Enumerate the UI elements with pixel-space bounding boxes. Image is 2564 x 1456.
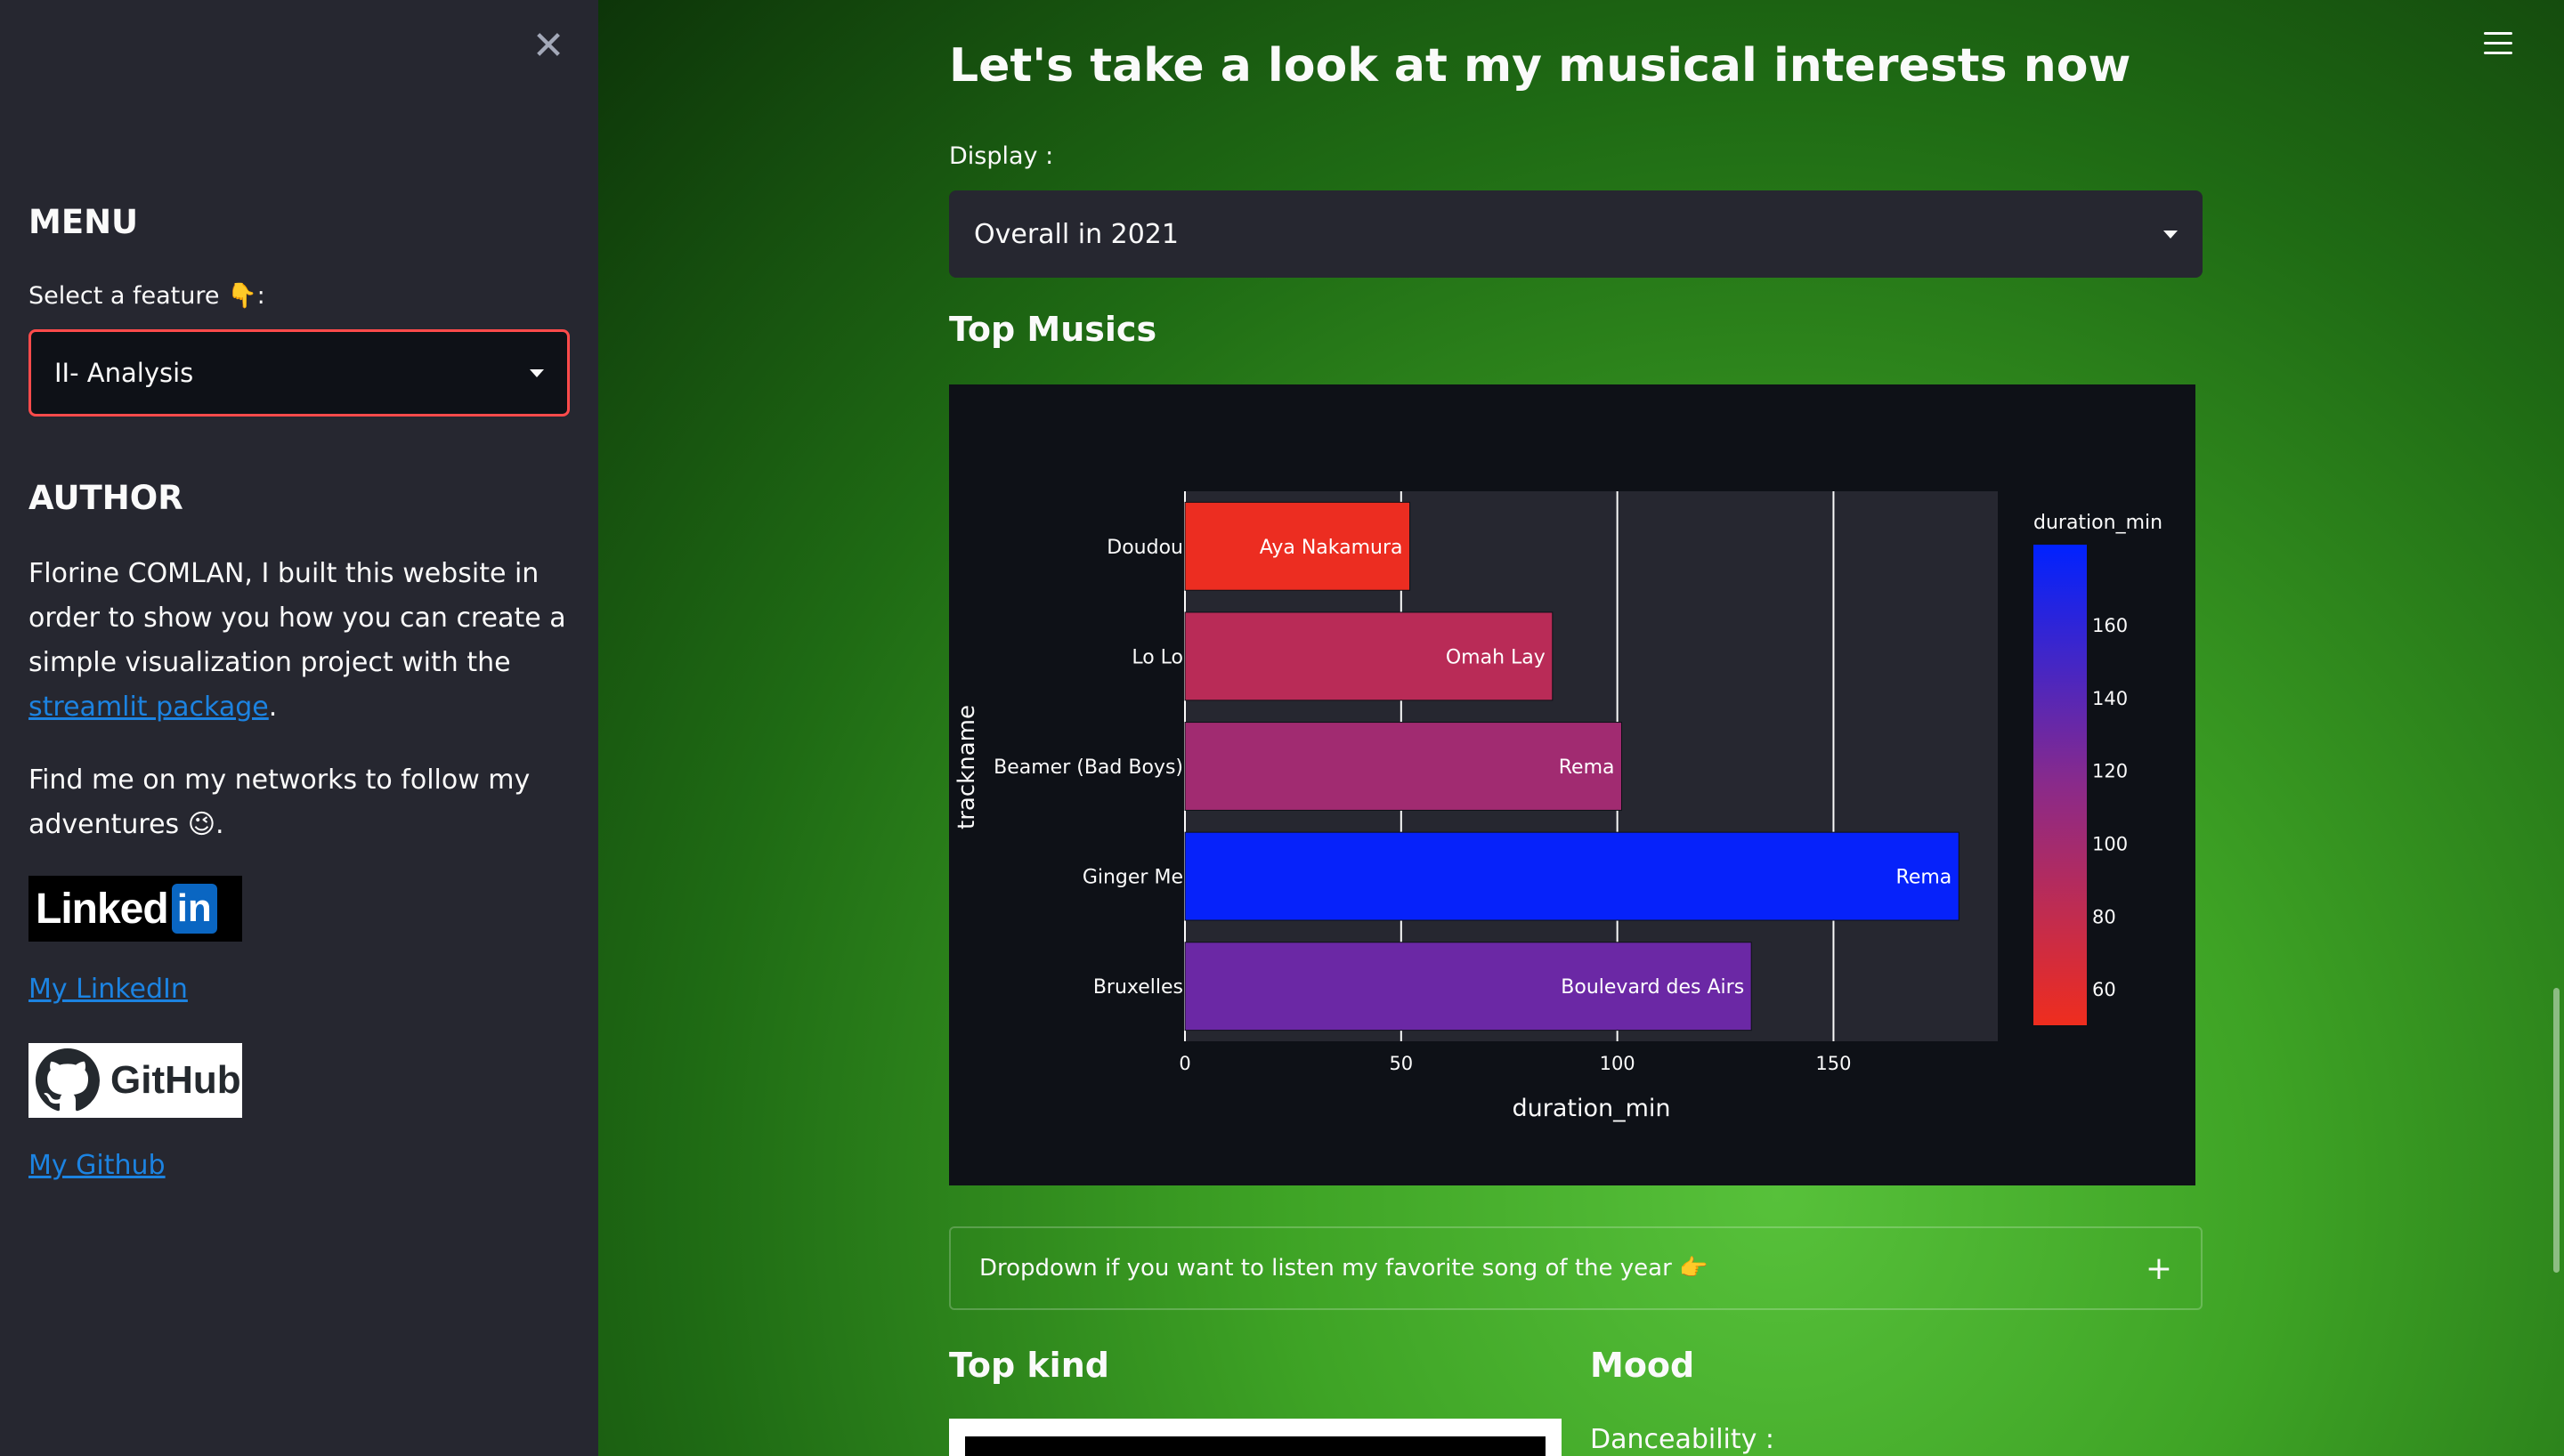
colorbar-tick-label: 60 xyxy=(2092,979,2116,1000)
top-musics-title: Top Musics xyxy=(949,310,1157,349)
expander-label: Dropdown if you want to listen my favori… xyxy=(979,1255,1708,1282)
github-octocat-icon xyxy=(36,1048,100,1112)
mood-title: Mood xyxy=(1590,1346,1695,1385)
colorbar-tick-label: 120 xyxy=(2092,761,2128,782)
y-axis-title: trackname xyxy=(953,705,980,829)
top-musics-chart: 0 50 100 150 Aya Nakamura Doudou Omah Lay Lo Lo… xyxy=(949,384,2195,1185)
streamlit-package-link[interactable]: streamlit package xyxy=(28,692,269,723)
display-select[interactable]: Overall in 2021 xyxy=(949,190,2203,278)
plus-icon: + xyxy=(2145,1250,2172,1287)
colorbar xyxy=(2033,545,2087,1025)
bar-label: Omah Lay xyxy=(1446,646,1546,668)
feature-select[interactable]: II- Analysis xyxy=(28,329,570,417)
feature-select-value: II- Analysis xyxy=(54,358,194,388)
x-tick-label: 100 xyxy=(1600,1053,1635,1074)
linkedin-logo-word: Linked xyxy=(36,885,169,933)
linkedin-link[interactable]: My LinkedIn xyxy=(28,974,188,1005)
colorbar-tick-label: 160 xyxy=(2092,615,2128,636)
chevron-down-icon xyxy=(530,368,544,377)
favorite-song-expander[interactable]: Dropdown if you want to listen my favori… xyxy=(949,1226,2203,1310)
display-select-value: Overall in 2021 xyxy=(974,218,1179,250)
page-title: Let's take a look at my musical interest… xyxy=(949,39,2131,93)
scrollbar[interactable] xyxy=(2553,988,2560,1273)
colorbar-title: duration_min xyxy=(2033,512,2162,534)
category-label: Bruxelles xyxy=(1093,976,1183,999)
top-kind-title: Top kind xyxy=(949,1346,1109,1385)
linkedin-logo-in: in xyxy=(171,884,217,934)
x-tick-label: 50 xyxy=(1389,1053,1413,1074)
select-feature-label: Select a feature 👇: xyxy=(28,282,265,310)
x-tick-label: 0 xyxy=(1179,1053,1190,1074)
top-kind-wordcloud-image xyxy=(949,1419,1562,1456)
author-text-body: Florine COMLAN, I built this website in … xyxy=(28,558,566,678)
x-axis-title: duration_min xyxy=(1512,1095,1670,1122)
chevron-down-icon xyxy=(2163,230,2178,239)
colorbar-tick-label: 80 xyxy=(2092,906,2116,927)
bar xyxy=(1184,722,1622,811)
display-label: Display : xyxy=(949,142,1054,170)
category-label: Lo Lo xyxy=(1132,646,1183,668)
bar xyxy=(1184,831,1960,921)
github-logo: GitHub xyxy=(28,1043,242,1118)
author-text-end: . xyxy=(268,692,278,723)
hamburger-menu-icon[interactable] xyxy=(2484,32,2512,55)
category-label: Ginger Me xyxy=(1083,867,1183,889)
bar-chart: 0 50 100 150 Aya Nakamura Doudou Omah Lay Lo Lo… xyxy=(953,491,2162,1122)
author-text: Florine COMLAN, I built this website in … xyxy=(28,552,576,730)
linkedin-logo: Linked in xyxy=(28,876,242,942)
category-label: Beamer (Bad Boys) xyxy=(994,756,1183,779)
github-logo-word: GitHub xyxy=(110,1058,241,1102)
bar-label: Boulevard des Airs xyxy=(1561,976,1744,999)
bar-label: Rema xyxy=(1896,867,1952,889)
danceability-label: Danceability : xyxy=(1590,1424,1775,1455)
bar-label: Aya Nakamura xyxy=(1260,537,1403,559)
close-sidebar-icon[interactable]: ✕ xyxy=(529,27,568,66)
github-link[interactable]: My Github xyxy=(28,1150,166,1181)
x-tick-label: 150 xyxy=(1815,1053,1851,1074)
bar-label: Rema xyxy=(1559,756,1615,779)
networks-text: Find me on my networks to follow my adve… xyxy=(28,764,531,840)
author-title: AUTHOR xyxy=(28,479,183,517)
menu-title: MENU xyxy=(28,203,139,241)
colorbar-tick-label: 140 xyxy=(2092,688,2128,709)
category-label: Doudou xyxy=(1107,537,1183,559)
colorbar-tick-label: 100 xyxy=(2092,833,2128,854)
sidebar: ✕ MENU Select a feature 👇: II- Analysis … xyxy=(0,0,598,1456)
